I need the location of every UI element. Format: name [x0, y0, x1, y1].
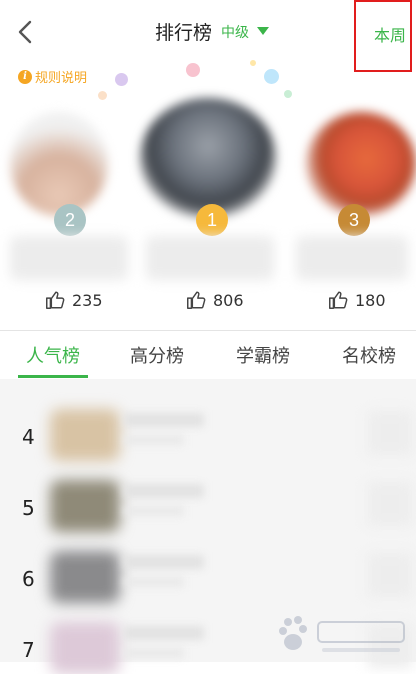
podium-name-3: [296, 236, 408, 280]
confetti-dot: [98, 91, 107, 100]
podium-name-2: [10, 236, 128, 280]
like-count: 235: [72, 290, 103, 310]
list-score: [368, 482, 412, 526]
top-bar: 排行榜 中级 本周: [0, 0, 416, 72]
tab-top-student[interactable]: 学霸榜: [236, 342, 290, 368]
chevron-left-icon: [18, 20, 32, 44]
list-subtitle: [124, 648, 184, 658]
like-button-3[interactable]: 180: [327, 289, 386, 311]
back-button[interactable]: [12, 16, 40, 48]
rules-label: 规则说明: [35, 71, 88, 86]
list-subtitle: [124, 577, 184, 587]
rank-badge-3: 3: [338, 204, 370, 236]
list-rank: 7: [22, 638, 35, 662]
tab-popularity[interactable]: 人气榜: [26, 342, 80, 368]
list-subtitle: [124, 435, 184, 445]
confetti-dot: [264, 69, 279, 84]
thumbs-up-icon: [46, 291, 65, 309]
confetti-dot: [115, 73, 128, 86]
avatar: [50, 409, 120, 461]
watermark-logo: [279, 616, 405, 652]
section-divider: [0, 330, 416, 331]
rank-badge-1: 1: [196, 204, 228, 236]
list-score: [368, 553, 412, 597]
avatar: [50, 622, 120, 674]
thumbs-up-icon: [329, 291, 348, 309]
level-selector[interactable]: 中级: [221, 22, 249, 42]
tab-top-school[interactable]: 名校榜: [342, 342, 396, 368]
list-rank: 6: [22, 567, 35, 591]
list-name: [124, 413, 204, 427]
confetti-dot: [250, 60, 256, 66]
week-filter-label: 本周: [374, 26, 407, 45]
list-score: [368, 411, 412, 455]
podium-avatar-1[interactable]: [140, 98, 276, 218]
like-count: 806: [213, 290, 244, 310]
week-filter-button[interactable]: 本周: [354, 0, 412, 72]
rules-link[interactable]: i 规则说明: [18, 67, 87, 86]
podium-name-1: [146, 236, 274, 280]
list-name: [124, 484, 204, 498]
list-name: [124, 626, 204, 640]
podium-avatar-3[interactable]: [306, 112, 416, 216]
thumbs-up-icon: [187, 291, 206, 309]
list-name: [124, 555, 204, 569]
info-icon: i: [18, 69, 32, 84]
like-button-1[interactable]: 806: [185, 289, 244, 311]
podium-avatar-2[interactable]: [10, 112, 108, 216]
list-item[interactable]: 6: [0, 533, 416, 603]
avatar: [50, 551, 120, 603]
list-rank: 4: [22, 425, 35, 449]
confetti-dot: [186, 63, 200, 77]
list-subtitle: [124, 506, 184, 516]
confetti-dot: [284, 90, 292, 98]
active-tab-indicator: [18, 375, 88, 378]
tab-high-score[interactable]: 高分榜: [130, 342, 184, 368]
list-item[interactable]: 5: [0, 462, 416, 532]
caret-down-icon[interactable]: [257, 27, 269, 35]
list-item[interactable]: 4: [0, 391, 416, 461]
like-button-2[interactable]: 235: [44, 289, 103, 311]
page-title: 排行榜: [155, 22, 213, 44]
avatar: [50, 480, 120, 532]
like-count: 180: [355, 290, 386, 310]
rank-badge-2: 2: [54, 204, 86, 236]
list-rank: 5: [22, 496, 35, 520]
